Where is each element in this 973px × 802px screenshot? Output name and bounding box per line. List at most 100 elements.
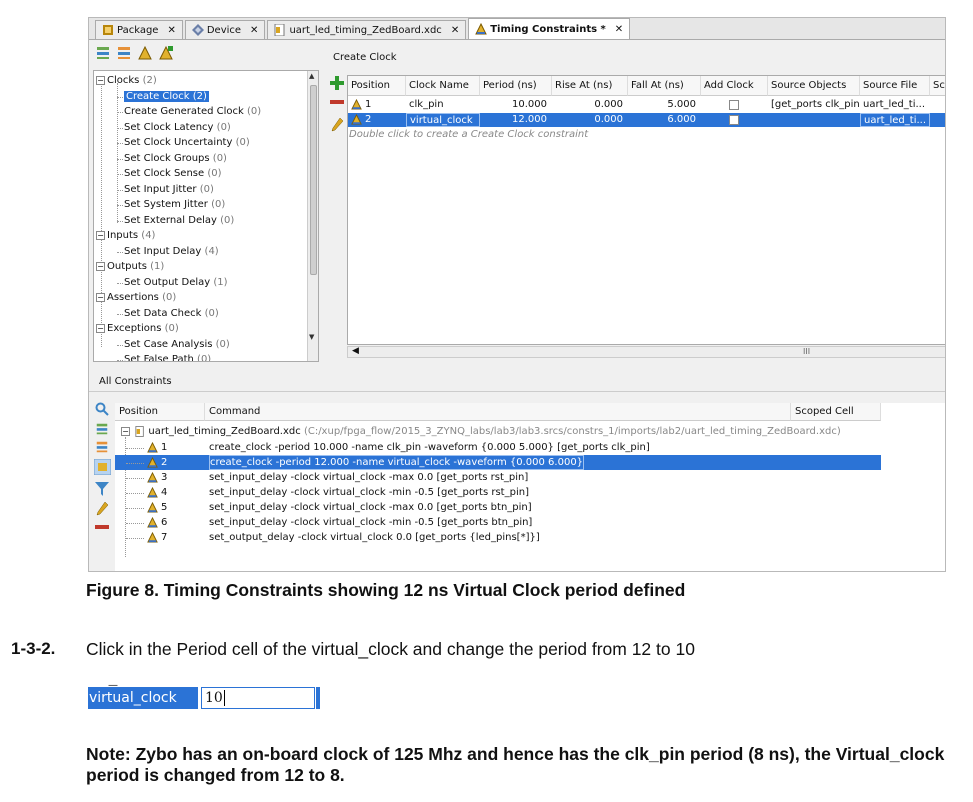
tree-item-label: Create Generated Clock (0) [124,106,261,117]
scroll-left-icon[interactable]: ◀ [352,346,359,356]
filter-icon[interactable] [95,482,109,496]
tree-item-name: Set Clock Uncertainty [124,137,233,148]
tree-item[interactable]: Set Input Delay (4) [117,244,219,260]
close-icon[interactable]: ✕ [250,25,258,36]
tab-xdc-file[interactable]: uart_led_timing_ZedBoard.xdc ✕ [267,20,467,39]
column-header[interactable]: Scoped Cell [791,403,881,421]
scrollbar-grip[interactable]: III [803,347,810,356]
close-icon[interactable]: ✕ [451,25,459,36]
tree-item-label: Set Data Check (0) [124,308,219,319]
rise-at-cell[interactable]: 0.000 [552,113,626,127]
clock-name-cell[interactable]: clk_pin [406,98,480,112]
remove-icon[interactable] [330,100,344,104]
tree-item[interactable]: Set Case Analysis (0) [117,337,230,353]
column-header[interactable]: Clock Name [406,76,480,96]
tree-item[interactable]: Set Clock Uncertainty (0) [117,135,250,151]
position-cell: 2 [365,114,372,125]
create-clock-horizontal-scrollbar[interactable]: ◀ III [347,346,945,358]
tree-item-count: (0) [212,152,227,164]
edit-pencil-icon[interactable] [96,502,108,516]
column-header[interactable]: Position [115,403,205,421]
source-objects-cell[interactable] [768,113,860,127]
tab-package[interactable]: Package ✕ [95,20,183,39]
tree-item[interactable]: − Outputs (1) [96,259,164,275]
column-header[interactable]: Add Clock [701,76,768,96]
expand-all-icon[interactable] [116,45,132,61]
period-cell[interactable]: 10.000 [480,98,550,112]
column-header[interactable]: Position [348,76,406,96]
close-icon[interactable]: ✕ [167,25,175,36]
period-input[interactable]: 10 [201,687,315,709]
tree-item[interactable]: Set False Path (0) [117,352,211,361]
fall-at-cell[interactable]: 5.000 [628,98,699,112]
tree-item[interactable]: Set Input Jitter (0) [117,182,214,198]
tree-item[interactable]: − Clocks (2) [96,73,157,89]
tree-item[interactable]: Set Output Delay (1) [117,275,228,291]
tree-item[interactable]: Set System Jitter (0) [117,197,225,213]
group-by-file-icon[interactable] [94,459,111,475]
search-icon[interactable] [95,402,109,416]
column-header[interactable]: Period (ns) [480,76,552,96]
collapse-all-icon[interactable] [95,45,111,61]
column-header[interactable]: Sc [930,76,945,96]
column-header[interactable]: Command [205,403,791,421]
column-header[interactable]: Source Objects [768,76,860,96]
scrollbar-thumb[interactable] [310,85,317,275]
step-instruction: Click in the Period cell of the virtual_… [86,639,695,659]
package-icon [103,25,113,35]
xdc-file-row[interactable]: − uart_led_timing_ZedBoard.xdc (C:/xup/f… [121,424,841,439]
create-constraint-hint[interactable]: Double click to create a Create Clock co… [349,129,588,140]
tab-timing-constraints[interactable]: Timing Constraints * ✕ [468,18,631,39]
timing-constraints-icon [475,23,488,35]
column-header[interactable]: Source File [860,76,930,96]
add-clock-checkbox[interactable] [729,115,739,125]
tree-item[interactable]: Set Clock Latency (0) [117,120,231,136]
scroll-down-icon[interactable]: ▼ [309,333,314,341]
tree-item[interactable]: − Exceptions (0) [96,321,179,337]
column-header[interactable]: Rise At (ns) [552,76,628,96]
scroll-up-icon[interactable]: ▲ [309,72,314,80]
collapse-all-icon[interactable] [95,422,109,436]
period-cell[interactable]: 12.000 [480,113,550,127]
fall-at-cell[interactable]: 6.000 [628,113,699,127]
collapse-toggle[interactable]: − [96,323,105,333]
constraint-position: 6 [161,517,168,528]
add-constraint-icon[interactable] [158,45,174,61]
clock-name-cell[interactable]: virtual_clock [406,113,480,127]
create-clock-side-toolbar [327,70,347,350]
edit-pencil-icon[interactable] [331,118,343,132]
source-file-cell: uart_led_ti... [860,113,930,127]
collapse-toggle[interactable]: − [96,230,105,240]
constraint-wizard-icon[interactable] [137,45,153,61]
tree-item-label: Set Clock Groups (0) [124,153,227,164]
tree-item[interactable]: Create Generated Clock (0) [117,104,261,120]
constraint-icon [147,487,158,498]
tree-scrollbar[interactable]: ▲ ▼ [307,71,318,361]
add-clock-checkbox[interactable] [729,100,739,110]
tree-item[interactable]: Set Clock Groups (0) [117,151,227,167]
tree-item-label: Set System Jitter (0) [124,199,225,210]
source-objects-cell[interactable]: [get_ports clk_pin] [768,98,860,112]
expand-all-icon[interactable] [95,440,109,454]
constraint-position: 2 [161,457,168,468]
tree-item[interactable]: Create Clock (2) [117,89,209,105]
remove-icon[interactable] [95,525,109,529]
column-header[interactable]: Fall At (ns) [628,76,701,96]
collapse-toggle[interactable]: − [121,426,130,436]
collapse-toggle[interactable]: − [96,292,105,302]
period-input-value: 10 [205,690,223,706]
tree-item[interactable]: Set External Delay (0) [117,213,235,229]
tree-item-count: (0) [247,106,262,117]
close-icon[interactable]: ✕ [615,24,623,35]
tree-item[interactable]: Set Data Check (0) [117,306,219,322]
collapse-toggle[interactable]: − [96,75,105,85]
rise-at-cell[interactable]: 0.000 [552,98,626,112]
collapse-toggle[interactable]: − [96,261,105,271]
tab-device[interactable]: Device ✕ [184,20,266,39]
tree-item-count: (0) [220,214,235,226]
all-constraints-side-toolbar [93,400,113,570]
tree-item[interactable]: Set Clock Sense (0) [117,166,222,182]
add-icon[interactable] [330,76,344,90]
tree-item[interactable]: − Assertions (0) [96,290,176,306]
tree-item[interactable]: − Inputs (4) [96,228,155,244]
